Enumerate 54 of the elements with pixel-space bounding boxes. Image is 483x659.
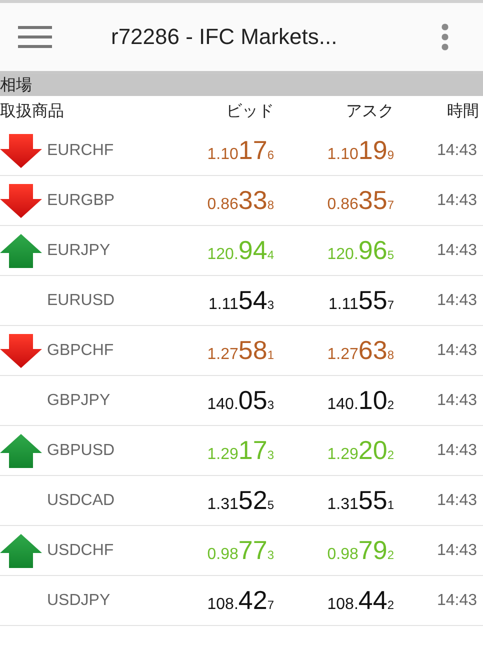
ask-price: 108.442 <box>326 585 395 616</box>
time-cell-text: 14:43 <box>436 242 478 260</box>
column-header: 取扱商品 <box>0 100 65 122</box>
bid-price: 1.27581 <box>206 335 275 366</box>
ask-price: 0.98792 <box>326 535 395 566</box>
time-cell-text: 14:43 <box>436 442 478 460</box>
down-arrow-icon <box>0 334 42 368</box>
app-title: r72286 - IFC Markets... <box>111 24 338 50</box>
ask-price: 1.27638 <box>326 335 395 366</box>
down-arrow-icon <box>0 134 42 168</box>
menu-icon[interactable] <box>18 25 52 49</box>
symbol-name: GBPUSD <box>47 442 115 460</box>
time-cell-text: 14:43 <box>436 192 478 210</box>
symbol-name: USDJPY <box>47 592 110 610</box>
up-arrow-icon <box>0 534 42 568</box>
symbol-name: GBPJPY <box>47 392 110 410</box>
time-cell-text: 14:43 <box>436 142 478 160</box>
time-cell-text: 14:43 <box>436 392 478 410</box>
column-header: ビッド <box>225 100 275 122</box>
symbol-name: USDCAD <box>47 492 115 510</box>
ask-price: 140.102 <box>326 385 395 416</box>
ask-price: 1.11557 <box>327 285 395 316</box>
ask-price: 1.31551 <box>326 485 395 516</box>
bid-price: 1.10176 <box>206 135 275 166</box>
symbol-name: EURGBP <box>47 192 115 210</box>
bid-price: 1.31525 <box>206 485 275 516</box>
column-header: 時間 <box>446 100 480 122</box>
symbol-name: EURJPY <box>47 242 110 260</box>
time-cell-text: 14:43 <box>436 542 478 560</box>
bid-price: 120.944 <box>206 235 275 266</box>
column-header: アスク <box>345 100 395 122</box>
symbol-name: USDCHF <box>47 542 114 560</box>
up-arrow-icon <box>0 234 42 268</box>
bid-price: 0.86338 <box>206 185 275 216</box>
symbol-name: GBPCHF <box>47 342 114 360</box>
ask-price: 1.29202 <box>326 435 395 466</box>
up-arrow-icon <box>0 434 42 468</box>
time-cell-text: 14:43 <box>436 592 478 610</box>
ask-price: 120.965 <box>326 235 395 266</box>
down-arrow-icon <box>0 184 42 218</box>
symbol-name: EURUSD <box>47 292 115 310</box>
section-title: 相場 <box>0 74 32 96</box>
bid-price: 1.29173 <box>206 435 275 466</box>
bid-price: 140.053 <box>206 385 275 416</box>
time-cell-text: 14:43 <box>436 492 478 510</box>
symbol-name: EURCHF <box>47 142 114 160</box>
bid-price: 0.98773 <box>206 535 275 566</box>
ask-price: 1.10199 <box>326 135 395 166</box>
ask-price: 0.86357 <box>326 185 395 216</box>
time-cell-text: 14:43 <box>436 342 478 360</box>
bid-price: 1.11543 <box>207 285 275 316</box>
more-options-icon[interactable] <box>441 23 449 51</box>
bid-price: 108.427 <box>206 585 275 616</box>
time-cell-text: 14:43 <box>436 292 478 310</box>
